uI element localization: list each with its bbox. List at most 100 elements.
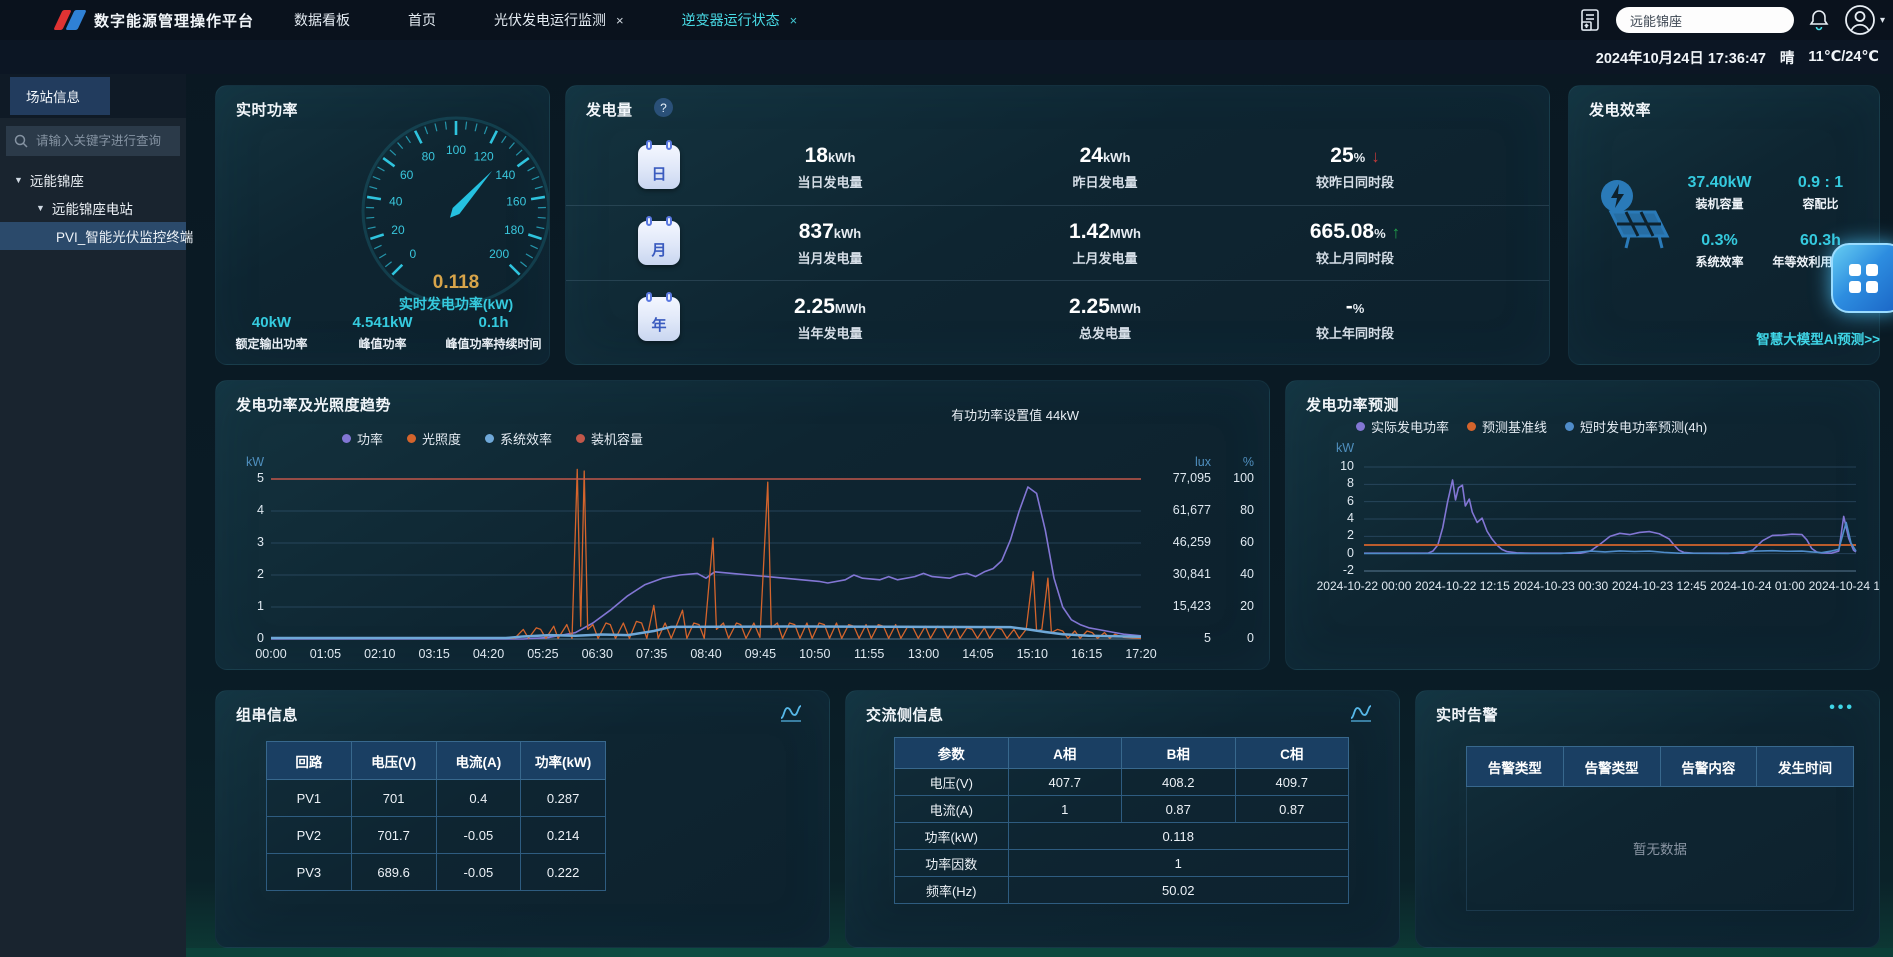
table-cell: 0.287 xyxy=(521,780,606,817)
calendar-month-icon: 月 xyxy=(638,221,680,265)
alarm-table: 告警类型告警类型告警内容发生时间 xyxy=(1466,746,1854,787)
tree-item-pv-terminal[interactable]: PVI_智能光伏监控终端 xyxy=(0,222,186,250)
legend-item[interactable]: 光照度 xyxy=(407,429,461,448)
panel-power-forecast: 发电功率预测 实际发电功率预测基准线短时发电功率预测(4h) kW1086420… xyxy=(1285,380,1880,670)
sidebar-search xyxy=(6,126,180,156)
line-chart-icon[interactable] xyxy=(779,703,803,723)
panel-realtime-power: 实时功率 020406080100120140160180200 0.118 实… xyxy=(215,85,550,365)
stat-peak-power: 4.541kW峰值功率 xyxy=(327,314,438,352)
notification-bell-icon[interactable] xyxy=(1808,8,1830,32)
navbar-right: ▾ xyxy=(1578,4,1887,36)
temperature-text: 11℃/24℃ xyxy=(1808,49,1879,65)
legend-item[interactable]: 功率 xyxy=(342,429,383,448)
legend-item[interactable]: 预测基准线 xyxy=(1467,417,1547,436)
legend-item[interactable]: 短时发电功率预测(4h) xyxy=(1565,417,1707,436)
table-header-cell: B相 xyxy=(1122,738,1236,769)
table-cell: -0.05 xyxy=(436,854,521,891)
caret-down-icon[interactable]: ▼ xyxy=(36,203,45,213)
table-cell: PV1 xyxy=(267,780,352,817)
sidebar: 场站信息 ▼ 远能锦座 ▼ 远能锦座电站 PVI_智能光伏监控终端 xyxy=(0,74,186,957)
generation-row-day: 日 18kWh 当日发电量 24kWh 昨日发电量 25%↓ 较昨日同时段 xyxy=(566,130,1549,206)
axis-tick-label: 3 xyxy=(230,535,264,549)
table-row: 功率因数1 xyxy=(895,850,1349,877)
legend-item[interactable]: 系统效率 xyxy=(485,429,552,448)
axis-tick-label: 06:30 xyxy=(569,647,625,661)
legend-item[interactable]: 实际发电功率 xyxy=(1356,417,1449,436)
gauge-tick-label: 0 xyxy=(410,247,417,261)
table-header-cell: 参数 xyxy=(895,738,1009,769)
gen-stat: 24kWh 昨日发电量 xyxy=(980,144,1230,191)
axis-tick-label: 05:25 xyxy=(515,647,571,661)
table-header-cell: 电流(A) xyxy=(436,742,521,780)
string-info-table: 回路电压(V)电流(A)功率(kW)PV17010.40.287PV2701.7… xyxy=(266,741,606,891)
table-cell: 701.7 xyxy=(351,817,436,854)
close-icon[interactable]: × xyxy=(616,13,624,28)
panel-title: 实时告警 xyxy=(1436,704,1498,725)
gen-stat-trend: 25%↓ 较昨日同时段 xyxy=(1230,144,1480,191)
help-icon[interactable]: ? xyxy=(654,98,673,117)
axis-tick-label: 20 xyxy=(1218,599,1254,613)
gauge-value: 0.118 xyxy=(356,272,550,294)
axis-tick-label: 46,259 xyxy=(1149,535,1211,549)
tree-item-plant[interactable]: ▼ 远能锦座电站 xyxy=(0,194,186,222)
axis-tick-label: 16:15 xyxy=(1059,647,1115,661)
legend-dot-icon xyxy=(1356,422,1365,431)
gen-stat: 2.25MWh 总发电量 xyxy=(980,295,1230,342)
table-cell: 电压(V) xyxy=(895,769,1009,796)
weather-text: 晴 xyxy=(1780,47,1795,68)
active-power-setpoint-label: 有功功率设置值 44kW xyxy=(951,405,1079,424)
table-cell: 0.118 xyxy=(1008,823,1349,850)
more-options-icon[interactable]: ••• xyxy=(1829,699,1855,717)
stat-system-efficiency: 0.3%系统效率 xyxy=(1669,232,1770,270)
caret-down-icon[interactable]: ▼ xyxy=(14,175,23,185)
chevron-down-icon[interactable]: ▾ xyxy=(1880,15,1885,26)
realtime-power-stats: 40kW额定输出功率 4.541kW峰值功率 0.1h峰值功率持续时间 xyxy=(216,314,549,352)
nav-tab-home[interactable]: 首页 xyxy=(408,10,436,30)
nav-tab-dashboard[interactable]: 数据看板 xyxy=(294,10,350,30)
sidebar-search-input[interactable] xyxy=(34,133,172,149)
nav-tab-pv-monitoring[interactable]: 光伏发电运行监测× xyxy=(494,10,624,30)
panel-title: 发电效率 xyxy=(1589,99,1651,120)
gen-stat-trend: 665.08%↑ 较上月同时段 xyxy=(1230,220,1480,267)
y-axis-unit: kW xyxy=(1314,441,1354,455)
table-header-row: 参数A相B相C相 xyxy=(895,738,1349,769)
app-logo-icon xyxy=(58,10,82,30)
table-header-cell: 发生时间 xyxy=(1757,747,1854,787)
close-icon[interactable]: × xyxy=(790,13,798,28)
table-cell: 电流(A) xyxy=(895,796,1009,823)
nav-tab-inverter-status[interactable]: 逆变器运行状态× xyxy=(682,10,798,30)
axis-tick-label: 77,095 xyxy=(1149,471,1211,485)
table-cell: 1 xyxy=(1008,850,1349,877)
gauge-tick-label: 100 xyxy=(446,143,466,157)
table-cell: -0.05 xyxy=(436,817,521,854)
tree-item-station-group[interactable]: ▼ 远能锦座 xyxy=(0,166,186,194)
axis-tick-label: 00:00 xyxy=(243,647,299,661)
line-chart-icon[interactable] xyxy=(1349,703,1373,723)
legend-dot-icon xyxy=(1565,422,1574,431)
legend-dot-icon xyxy=(342,434,351,443)
alarm-empty-state: 暂无数据 xyxy=(1466,786,1854,911)
report-icon[interactable] xyxy=(1578,8,1602,32)
table-header-cell: A相 xyxy=(1008,738,1122,769)
station-search-input[interactable] xyxy=(1616,7,1794,33)
gen-stat: 18kWh 当日发电量 xyxy=(680,144,980,191)
table-row: PV17010.40.287 xyxy=(267,780,606,817)
gauge-value-label: 实时发电功率(kW) xyxy=(356,294,550,314)
panel-realtime-alarm: 实时告警 ••• 告警类型告警类型告警内容发生时间 暂无数据 xyxy=(1415,690,1880,948)
ai-prediction-link[interactable]: 智慧大模型AI预测>> xyxy=(1756,328,1880,348)
ac-side-table: 参数A相B相C相电压(V)407.7408.2409.7电流(A)10.870.… xyxy=(894,737,1349,904)
gauge-tick-label: 80 xyxy=(422,150,436,164)
sidebar-tab-station-info[interactable]: 场站信息 xyxy=(10,77,110,115)
chart1-panel-plot[interactable] xyxy=(216,381,1270,670)
table-header-cell: 回路 xyxy=(267,742,352,780)
app-grid-button[interactable] xyxy=(1831,243,1893,313)
axis-tick-label: 61,677 xyxy=(1149,503,1211,517)
panel-ac-side-info: 交流侧信息 参数A相B相C相电压(V)407.7408.2409.7电流(A)1… xyxy=(845,690,1400,948)
legend-item[interactable]: 装机容量 xyxy=(576,429,643,448)
dashboard-page: 数字能源管理操作平台 数据看板 首页 光伏发电运行监测× 逆变器运行状态× ▾ … xyxy=(0,0,1893,957)
axis-tick-label: 2024-10-24 13:15 xyxy=(1794,579,1880,593)
gauge-tick-label: 140 xyxy=(495,168,515,182)
table-cell: 0.87 xyxy=(1235,796,1349,823)
user-avatar[interactable] xyxy=(1844,4,1876,36)
axis-tick-label: 60 xyxy=(1218,535,1254,549)
